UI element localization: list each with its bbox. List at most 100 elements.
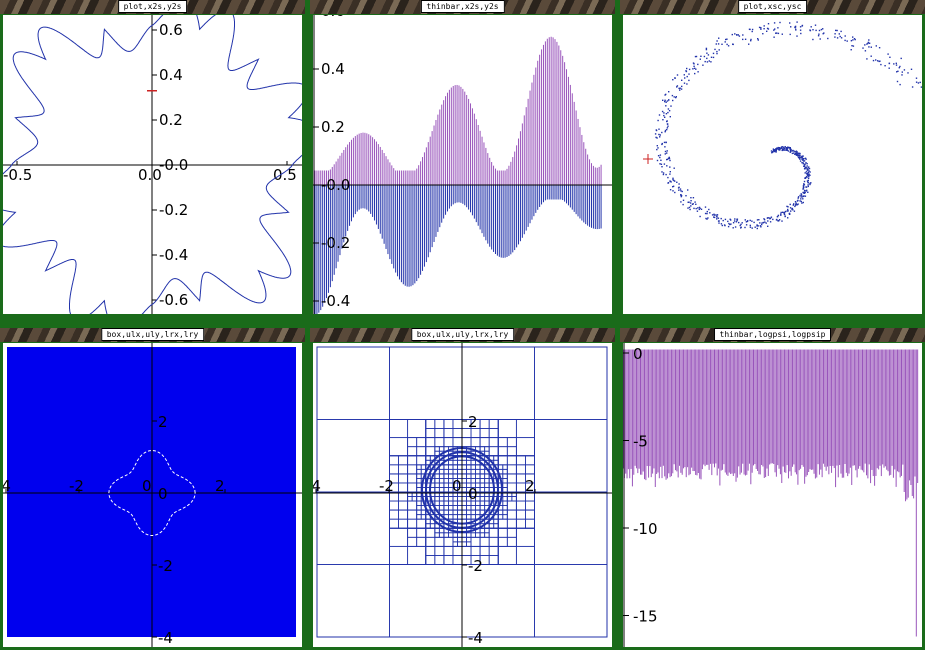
grid-box xyxy=(425,419,436,429)
scatter-point xyxy=(760,28,762,30)
scatter-point xyxy=(767,220,769,222)
grid-box xyxy=(448,459,454,466)
grid-box xyxy=(411,496,418,502)
scatter-point xyxy=(688,68,691,71)
scatter-point xyxy=(787,146,789,148)
y-tick-label: 2 xyxy=(158,413,168,431)
scatter-point xyxy=(779,148,781,151)
title-bar[interactable]: box,ulx,uly,lrx,lry xyxy=(0,328,305,342)
scatter-point xyxy=(795,153,797,155)
scatter-point xyxy=(815,29,817,32)
grid-box xyxy=(515,419,535,439)
y-tick-label: -4 xyxy=(468,629,483,647)
scatter-point xyxy=(868,42,871,44)
scatter-point xyxy=(664,99,666,101)
grid-box xyxy=(398,464,409,475)
scatter-point xyxy=(772,149,775,151)
grid-box xyxy=(416,468,422,475)
scatter-point xyxy=(684,77,686,79)
grid-box xyxy=(448,496,454,502)
scatter-point xyxy=(757,39,759,41)
scatter-point xyxy=(670,181,672,183)
scatter-point xyxy=(692,62,695,64)
grid-box xyxy=(484,473,490,479)
scatter-point xyxy=(672,177,674,179)
scatter-point xyxy=(880,63,882,66)
scatter-point xyxy=(767,225,769,227)
scatter-point xyxy=(744,219,746,221)
scatter-point xyxy=(770,150,773,152)
scatter-point xyxy=(742,38,744,41)
grid-box xyxy=(452,419,463,429)
scatter-point xyxy=(822,28,824,30)
scatter-point xyxy=(806,169,809,171)
grid-box xyxy=(479,527,486,534)
scatter-point xyxy=(810,26,812,28)
scatter-point xyxy=(669,166,671,168)
grid-box xyxy=(466,514,472,520)
scatter-point xyxy=(686,75,688,78)
scatter-point xyxy=(793,150,795,152)
grid-box xyxy=(438,482,445,488)
scatter-point xyxy=(794,205,796,208)
grid-box xyxy=(434,437,445,448)
scatter-point xyxy=(706,57,708,60)
scatter-point xyxy=(666,158,668,161)
grid-box xyxy=(443,437,454,448)
scatter-point xyxy=(807,181,809,183)
title-bar[interactable]: box,ulx,uly,lrx,lry xyxy=(310,328,615,342)
scatter-point xyxy=(803,180,806,183)
scatter-point xyxy=(799,194,801,197)
title-bar[interactable]: plot,x2s,y2s xyxy=(0,0,305,14)
scatter-point xyxy=(756,219,759,221)
scatter-point xyxy=(802,155,804,157)
scatter-point xyxy=(799,29,802,31)
title-bar[interactable]: plot,xsc,ysc xyxy=(620,0,925,14)
title-bar[interactable]: thinbar,logpsi,logpsip xyxy=(620,328,925,342)
scatter-point xyxy=(797,197,799,199)
grid-box xyxy=(452,505,458,511)
scatter-point xyxy=(667,176,669,179)
window-title: thinbar,logpsi,logpsip xyxy=(713,328,832,341)
x-tick-label: -4 xyxy=(3,477,11,495)
scatter-point xyxy=(783,211,785,214)
scatter-point xyxy=(690,197,692,199)
x-tick-label: 0 xyxy=(452,477,462,495)
scatter-point xyxy=(658,128,660,130)
scatter-point xyxy=(668,99,670,101)
scatter-point xyxy=(778,147,781,149)
scatter-point xyxy=(697,207,699,209)
title-bar[interactable]: thinbar,x2s,y2s xyxy=(310,0,615,14)
scatter-point xyxy=(686,83,688,85)
grid-box xyxy=(497,518,508,529)
scatter-point xyxy=(765,222,767,224)
y-tick-label: -0.2 xyxy=(159,201,188,219)
grid-box xyxy=(448,514,454,520)
scatter-point xyxy=(688,201,690,203)
scatter-point xyxy=(844,35,846,37)
grid-box xyxy=(452,532,458,538)
grid-box xyxy=(506,500,517,511)
grid-box xyxy=(407,446,418,457)
grid-box xyxy=(316,346,390,420)
box-fill-plot: -4 -2 0 2 2 0 -2 -4 xyxy=(3,343,302,647)
scatter-point xyxy=(712,56,715,59)
y-tick-label: 0.6 xyxy=(321,15,345,20)
scatter-point xyxy=(724,41,726,43)
grid-box xyxy=(434,555,445,565)
scatter-point xyxy=(878,47,881,49)
grid-box xyxy=(470,505,476,511)
scatter-point xyxy=(852,45,855,47)
plot-canvas xyxy=(623,15,922,314)
scatter-point xyxy=(836,29,838,32)
scatter-point xyxy=(696,210,699,212)
grid-box xyxy=(434,419,445,429)
grid-box xyxy=(479,505,486,511)
grid-box xyxy=(407,500,418,511)
grid-box xyxy=(416,527,427,538)
grid-box xyxy=(515,437,535,457)
scatter-point xyxy=(804,168,806,170)
scatter-point xyxy=(761,222,763,224)
grid-box xyxy=(416,505,422,511)
grid-box xyxy=(448,505,454,511)
